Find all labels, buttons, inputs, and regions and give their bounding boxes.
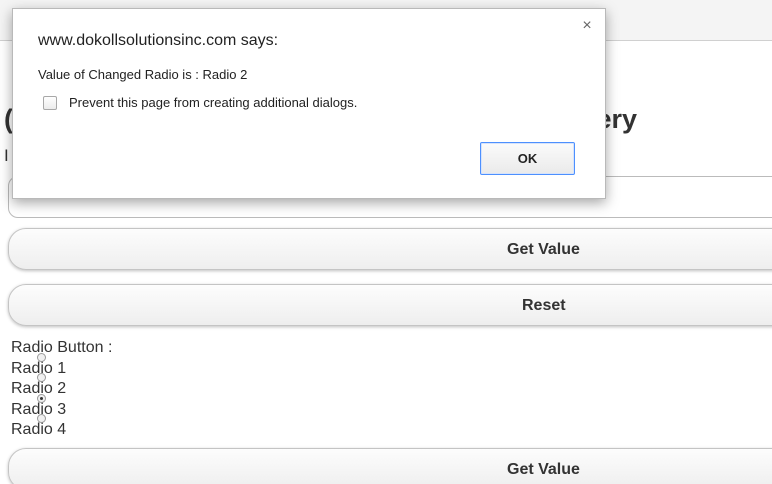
ok-button[interactable]: OK xyxy=(480,142,575,175)
prevent-dialogs-label[interactable]: Prevent this page from creating addition… xyxy=(69,95,357,110)
radio-option-4[interactable]: Radio 4 xyxy=(11,414,112,441)
radio-option-1[interactable]: Radio 1 xyxy=(11,352,112,380)
close-icon[interactable]: × xyxy=(579,18,595,34)
radio-2-input[interactable] xyxy=(37,373,46,382)
dialog-title: www.dokollsolutionsinc.com says: xyxy=(38,32,279,49)
radio-4-input[interactable] xyxy=(37,414,46,423)
reset-button[interactable]: Reset xyxy=(8,284,772,326)
radio-1-input[interactable] xyxy=(37,352,46,362)
get-value-button[interactable]: Get Value xyxy=(8,228,772,270)
get-value-button-label: Get Value xyxy=(507,241,580,258)
reset-button-label: Reset xyxy=(522,297,566,314)
get-value-bottom-button[interactable]: Get Value xyxy=(8,448,772,484)
radio-group-label: Radio Button : xyxy=(11,339,113,356)
get-value-bottom-button-label: Get Value xyxy=(507,461,580,478)
radio-3-input[interactable] xyxy=(37,393,46,403)
alert-dialog: www.dokollsolutionsinc.com says: × Value… xyxy=(12,8,606,199)
radio-option-3[interactable]: Radio 3 xyxy=(11,393,112,421)
dialog-message: Value of Changed Radio is : Radio 2 xyxy=(38,67,248,82)
radio-option-4-label: Radio 4 xyxy=(11,421,67,438)
radio-group: Radio Button : Radio 1 Radio 2 Radio 3 R… xyxy=(11,338,112,441)
page-subtext: I xyxy=(4,146,9,165)
radio-option-2[interactable]: Radio 2 xyxy=(11,373,112,400)
prevent-dialogs-checkbox[interactable] xyxy=(43,96,57,110)
